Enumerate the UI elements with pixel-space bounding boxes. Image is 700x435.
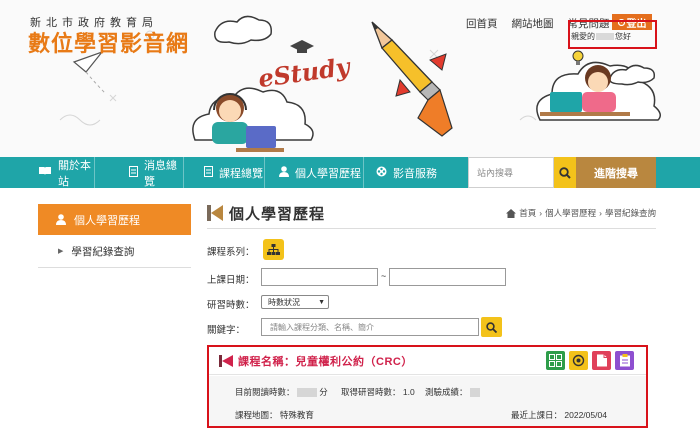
- course-map-label: 課程地圖：: [235, 410, 278, 420]
- last-date-value: 2022/05/04: [564, 410, 607, 420]
- keyword-search-button[interactable]: [481, 317, 502, 337]
- graduation-cap: [290, 40, 314, 53]
- top-link-home[interactable]: 回首頁: [466, 16, 498, 31]
- greeting-suffix: 您好: [615, 32, 631, 41]
- course-feedback-button[interactable]: [615, 351, 634, 370]
- date-separator: ~: [381, 271, 387, 281]
- series-label: 課程系列：: [207, 247, 255, 258]
- hours-select[interactable]: 時數狀況 ▼: [261, 295, 329, 309]
- date-start-input[interactable]: [261, 268, 378, 286]
- date-label: 上課日期：: [207, 275, 255, 286]
- course-structure-button[interactable]: [546, 351, 565, 370]
- hierarchy-icon: [267, 243, 280, 255]
- breadcrumb-separator: ›: [539, 208, 543, 218]
- greeting-prefix: 親愛的: [571, 32, 595, 41]
- last-date-label: 最近上課日：: [511, 410, 563, 420]
- org-chart-icon: [549, 354, 562, 367]
- course-series-button[interactable]: [263, 239, 284, 260]
- sidebar-item-label: 學習紀錄查詢: [71, 245, 135, 258]
- home-icon: [506, 208, 517, 218]
- hours-label: 研習時數：: [207, 300, 255, 311]
- earned-hours-label: 取得研習時數：: [341, 387, 401, 397]
- earned-hours-stat: 取得研習時數： 1.0: [341, 386, 415, 398]
- date-end-input[interactable]: [389, 268, 506, 286]
- nav-label: 關於本站: [58, 159, 91, 188]
- course-card-header: 課程名稱：兒童權利公約（CRC）: [209, 347, 646, 375]
- sidebar-item-record-query[interactable]: ▶ 學習紀錄查詢: [38, 235, 191, 268]
- course-action-icons: [546, 351, 634, 370]
- site-search-button[interactable]: [554, 157, 576, 188]
- course-title[interactable]: 課程名稱：兒童權利公約（CRC）: [238, 353, 413, 369]
- read-hours-redacted: [296, 388, 317, 398]
- keyword-input[interactable]: 請輸入課程分類、名稱、簡介: [261, 318, 479, 336]
- quiz-score-redacted: [469, 388, 480, 398]
- course-card: 課程名稱：兒童權利公約（CRC） 目前閱讀時數： 分 取得研習時數： 1.0 測…: [207, 345, 648, 428]
- nav-item-about[interactable]: 關於本站: [0, 157, 94, 188]
- clipboard-icon: [619, 354, 630, 367]
- course-card-body: 目前閱讀時數： 分 取得研習時數： 1.0 測驗成績： 課程地圖： 特殊教育 最…: [209, 376, 646, 426]
- badge-icon: [572, 354, 585, 367]
- quiz-score-stat: 測驗成績：: [425, 386, 480, 398]
- title-divider: [207, 228, 656, 229]
- breadcrumb-current: 學習紀錄查詢: [604, 208, 656, 218]
- course-map-stat: 課程地圖： 特殊教育: [235, 409, 314, 421]
- nav-label: 課程總覽: [219, 167, 263, 180]
- search-icon: [486, 321, 497, 333]
- film-reel-icon: [376, 166, 387, 180]
- breadcrumb-learning-history[interactable]: 個人學習歷程: [545, 207, 596, 219]
- breadcrumb: 首頁 › 個人學習歷程 › 學習紀錄查詢: [506, 207, 656, 219]
- nav-label: 影音服務: [393, 167, 437, 180]
- document-icon: [204, 165, 213, 180]
- read-hours-unit: 分: [319, 387, 328, 397]
- file-icon: [596, 354, 607, 367]
- search-icon: [559, 166, 571, 179]
- hours-selected-value: 時數狀況: [268, 297, 300, 307]
- course-document-button[interactable]: [592, 351, 611, 370]
- nav-label: 個人學習歷程: [295, 167, 361, 180]
- site-search-input[interactable]: 站內搜尋: [468, 157, 554, 188]
- sidebar-item-learning-history[interactable]: 個人學習歷程: [38, 204, 191, 235]
- nav-item-media[interactable]: 影音服務: [364, 157, 448, 188]
- read-hours-stat: 目前閱讀時數： 分: [235, 386, 328, 398]
- quiz-score-label: 測驗成績：: [425, 387, 468, 397]
- top-link-sitemap[interactable]: 網站地圖: [512, 16, 554, 31]
- page-title: 個人學習歷程: [229, 205, 326, 223]
- nav-item-news[interactable]: 消息總覽: [95, 157, 183, 188]
- earned-hours-value: 1.0: [402, 387, 415, 397]
- nav-item-courses[interactable]: 課程總覽: [184, 157, 264, 188]
- page-header: 個人學習歷程 首頁 › 個人學習歷程 › 學習紀錄查詢: [207, 202, 656, 224]
- user-icon: [279, 165, 289, 180]
- advanced-search-button[interactable]: 進階搜尋: [576, 157, 656, 188]
- read-hours-label: 目前閱讀時數：: [235, 387, 295, 397]
- document-icon: [129, 165, 138, 180]
- lightbulb: [572, 50, 584, 65]
- caret-right-icon: ▶: [58, 248, 64, 255]
- pencil-rocket: [371, 21, 453, 137]
- breadcrumb-separator: ›: [599, 208, 602, 218]
- course-map-value: 特殊教育: [279, 410, 314, 420]
- title-marker-icon: [207, 205, 223, 221]
- user-icon: [56, 214, 66, 225]
- title-marker-icon: [219, 354, 233, 367]
- keyword-label: 關鍵字：: [207, 325, 246, 336]
- sidebar: 個人學習歷程 ▶ 學習紀錄查詢: [38, 204, 191, 268]
- nav-label: 消息總覽: [144, 159, 177, 188]
- chevron-down-icon: ▼: [318, 298, 325, 306]
- username-redacted: [596, 33, 614, 40]
- sidebar-active-label: 個人學習歷程: [74, 214, 140, 227]
- breadcrumb-home[interactable]: 首頁: [519, 207, 536, 219]
- logo-title[interactable]: 數位學習影音網: [28, 26, 189, 58]
- nav-item-learning-history[interactable]: 個人學習歷程: [265, 157, 363, 188]
- course-certificate-button[interactable]: [569, 351, 588, 370]
- greeting: 親愛的 您好: [571, 31, 631, 42]
- last-date-stat: 最近上課日： 2022/05/04: [511, 409, 607, 421]
- book-icon: [38, 166, 52, 179]
